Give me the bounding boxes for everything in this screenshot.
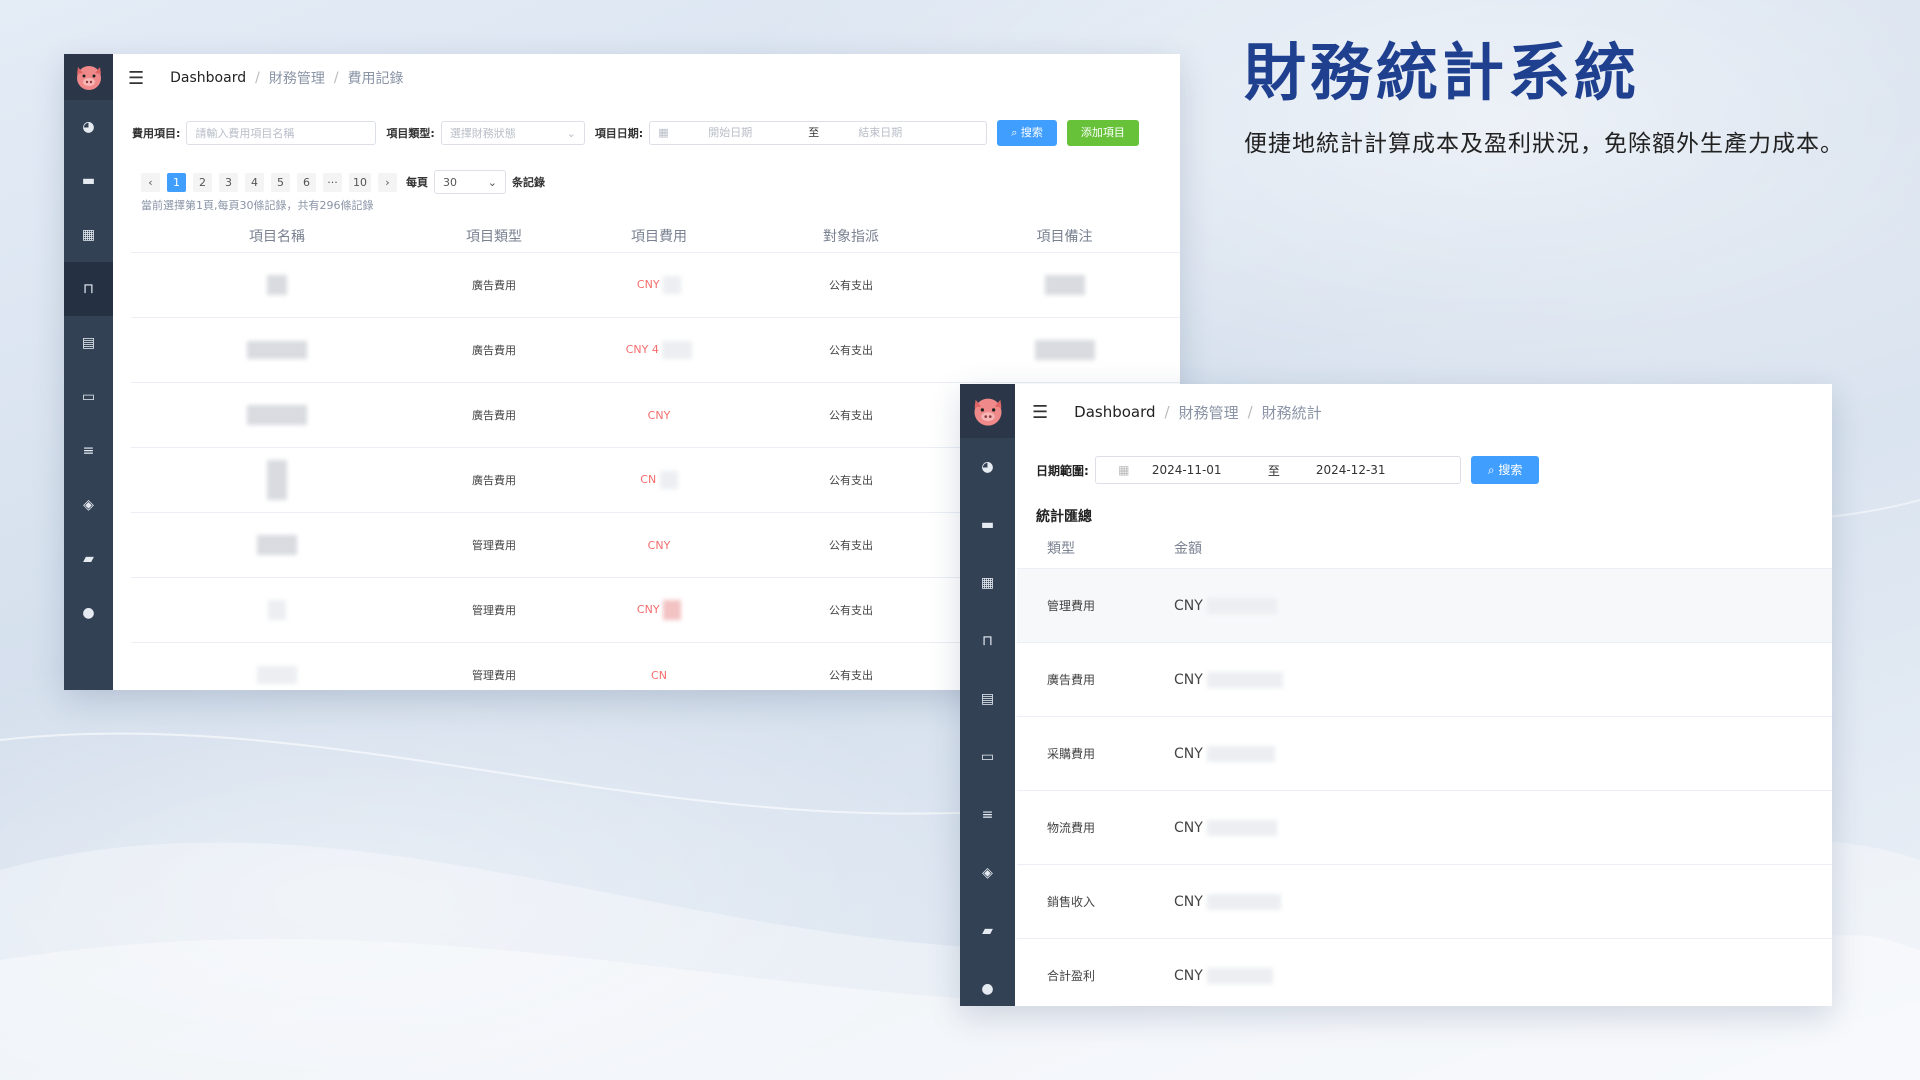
redacted-name [267, 275, 287, 295]
breadcrumb: ☰ Dashboard / 財務管理 / 費用記錄 [128, 67, 404, 89]
table-header: 項目名稱 項目類型 項目費用 對象指派 項目備注 [131, 220, 1180, 253]
date-range-picker[interactable]: ▦ 2024-11-01 至 2024-12-31 [1094, 456, 1461, 484]
calendar-icon: ▦ [1118, 463, 1130, 477]
dashboard-icon[interactable]: ◕ [64, 100, 113, 154]
page-3[interactable]: 3 [219, 172, 238, 192]
page-10[interactable]: 10 [349, 172, 371, 192]
breadcrumb-section[interactable]: 財務管理 [269, 68, 325, 88]
end-date: 2024-12-31 [1315, 463, 1386, 477]
type-select[interactable]: 選擇財務狀態 ⌄ [440, 121, 585, 145]
search-icon: ⌕ [1011, 126, 1021, 139]
page-ellipsis[interactable]: ··· [323, 172, 342, 192]
filter-bar: 費用項目: 請輸入費用項目名稱 項目類型: 選擇財務狀態 ⌄ 項目日期: ▦ 開… [132, 120, 1139, 146]
page-4[interactable]: 4 [245, 172, 264, 192]
grid-icon[interactable]: ▦ [64, 208, 113, 262]
table-row[interactable]: 采購費用 CNY [1017, 717, 1832, 791]
monitor-icon[interactable]: ▬ [960, 496, 1015, 554]
list-icon[interactable]: ≡ [960, 786, 1015, 844]
per-page-select[interactable]: 30 ⌄ [434, 170, 506, 194]
hero-subtitle: 便捷地統計計算成本及盈利狀況，免除額外生產力成本。 [1244, 131, 1844, 157]
box-icon[interactable]: ◈ [64, 478, 113, 532]
list-icon[interactable]: ≡ [64, 424, 113, 478]
menu-toggle-icon[interactable]: ☰ [128, 68, 144, 89]
table-row[interactable]: 廣告費用 CNY 4 公有支出 [131, 318, 1180, 383]
search-button[interactable]: ⌕ 搜索 [1470, 456, 1540, 484]
financial-statistics-window: ◕ ▬ ▦ ⊓ ▤ ▭ ≡ ◈ ▰ ● ☰ Dashboard / 財務管理 /… [960, 384, 1832, 1006]
calendar-icon: ▦ [658, 126, 669, 139]
chevron-down-icon: ⌄ [487, 176, 497, 189]
bag-icon[interactable]: ⊓ [64, 262, 113, 316]
table-row[interactable]: 管理費用 CNY [1017, 569, 1832, 643]
hero-title: 財務統計系統 [1244, 36, 1641, 109]
clipboard-icon[interactable]: ▤ [64, 316, 113, 370]
grid-icon[interactable]: ▦ [960, 554, 1015, 612]
sidebar: ◕ ▬ ▦ ⊓ ▤ ▭ ≡ ◈ ▰ ● [960, 384, 1015, 1006]
redacted-note [1044, 275, 1085, 295]
expense-item-input[interactable]: 請輸入費用項目名稱 [186, 121, 377, 145]
wallet-icon[interactable]: ▰ [960, 902, 1015, 960]
summary-table: 類型 金額 管理費用 CNY 廣告費用 CNY 采購費用 CNY 物流費用 CN… [1017, 528, 1832, 1006]
filter-bar: 日期範圍: ▦ 2024-11-01 至 2024-12-31 ⌕ 搜索 [1036, 456, 1540, 484]
summary-title: 統計匯總 [1036, 509, 1092, 525]
prev-page-icon[interactable]: ‹ [141, 172, 160, 192]
breadcrumb-page: 財務統計 [1261, 403, 1322, 422]
user-icon[interactable]: ● [960, 960, 1015, 1006]
table-row[interactable]: 廣告費用 CNY [1017, 643, 1832, 717]
dashboard-icon[interactable]: ◕ [960, 438, 1015, 496]
sidebar: ◕ ▬ ▦ ⊓ ▤ ▭ ≡ ◈ ▰ ● [64, 54, 113, 690]
wallet-icon[interactable]: ▰ [64, 532, 113, 586]
table-row[interactable]: 銷售收入 CNY [1017, 865, 1832, 939]
bag-icon[interactable]: ⊓ [960, 612, 1015, 670]
user-icon[interactable]: ● [64, 586, 113, 640]
add-item-button[interactable]: 添加項目 [1066, 120, 1139, 146]
table-row[interactable]: 廣告費用 CNY 公有支出 [131, 253, 1180, 318]
pagination: ‹ 1 2 3 4 5 6 ··· 10 › 每頁 30 ⌄ 条記錄 [141, 170, 545, 194]
date-range-picker[interactable]: ▦ 開始日期 至 結束日期 [649, 121, 988, 145]
page-5[interactable]: 5 [271, 172, 290, 192]
menu-toggle-icon[interactable]: ☰ [1032, 402, 1048, 423]
chat-icon[interactable]: ▭ [64, 370, 113, 424]
chevron-down-icon: ⌄ [566, 127, 576, 140]
breadcrumb: ☰ Dashboard / 財務管理 / 財務統計 [1032, 401, 1322, 423]
pig-logo [960, 384, 1015, 438]
next-page-icon[interactable]: › [378, 172, 397, 192]
table-row[interactable]: 合計盈利 CNY [1017, 939, 1832, 1006]
breadcrumb-home[interactable]: Dashboard [1074, 403, 1155, 421]
clipboard-icon[interactable]: ▤ [960, 670, 1015, 728]
breadcrumb-section[interactable]: 財務管理 [1179, 402, 1239, 423]
search-icon: ⌕ [1487, 463, 1499, 477]
pig-logo [64, 54, 113, 100]
table-row[interactable]: 物流費用 CNY [1017, 791, 1832, 865]
breadcrumb-home[interactable]: Dashboard [170, 70, 246, 86]
monitor-icon[interactable]: ▬ [64, 154, 113, 208]
chat-icon[interactable]: ▭ [960, 728, 1015, 786]
search-button[interactable]: ⌕ 搜索 [997, 120, 1057, 146]
page-1[interactable]: 1 [167, 172, 186, 192]
pagination-info: 當前選擇第1頁,每頁30條記錄，共有296條記錄 [141, 199, 374, 212]
table-header: 類型 金額 [1017, 528, 1832, 569]
box-icon[interactable]: ◈ [960, 844, 1015, 902]
page-2[interactable]: 2 [193, 172, 212, 192]
start-date: 2024-11-01 [1151, 463, 1222, 477]
breadcrumb-page: 費用記錄 [347, 71, 404, 87]
page-6[interactable]: 6 [297, 172, 316, 192]
